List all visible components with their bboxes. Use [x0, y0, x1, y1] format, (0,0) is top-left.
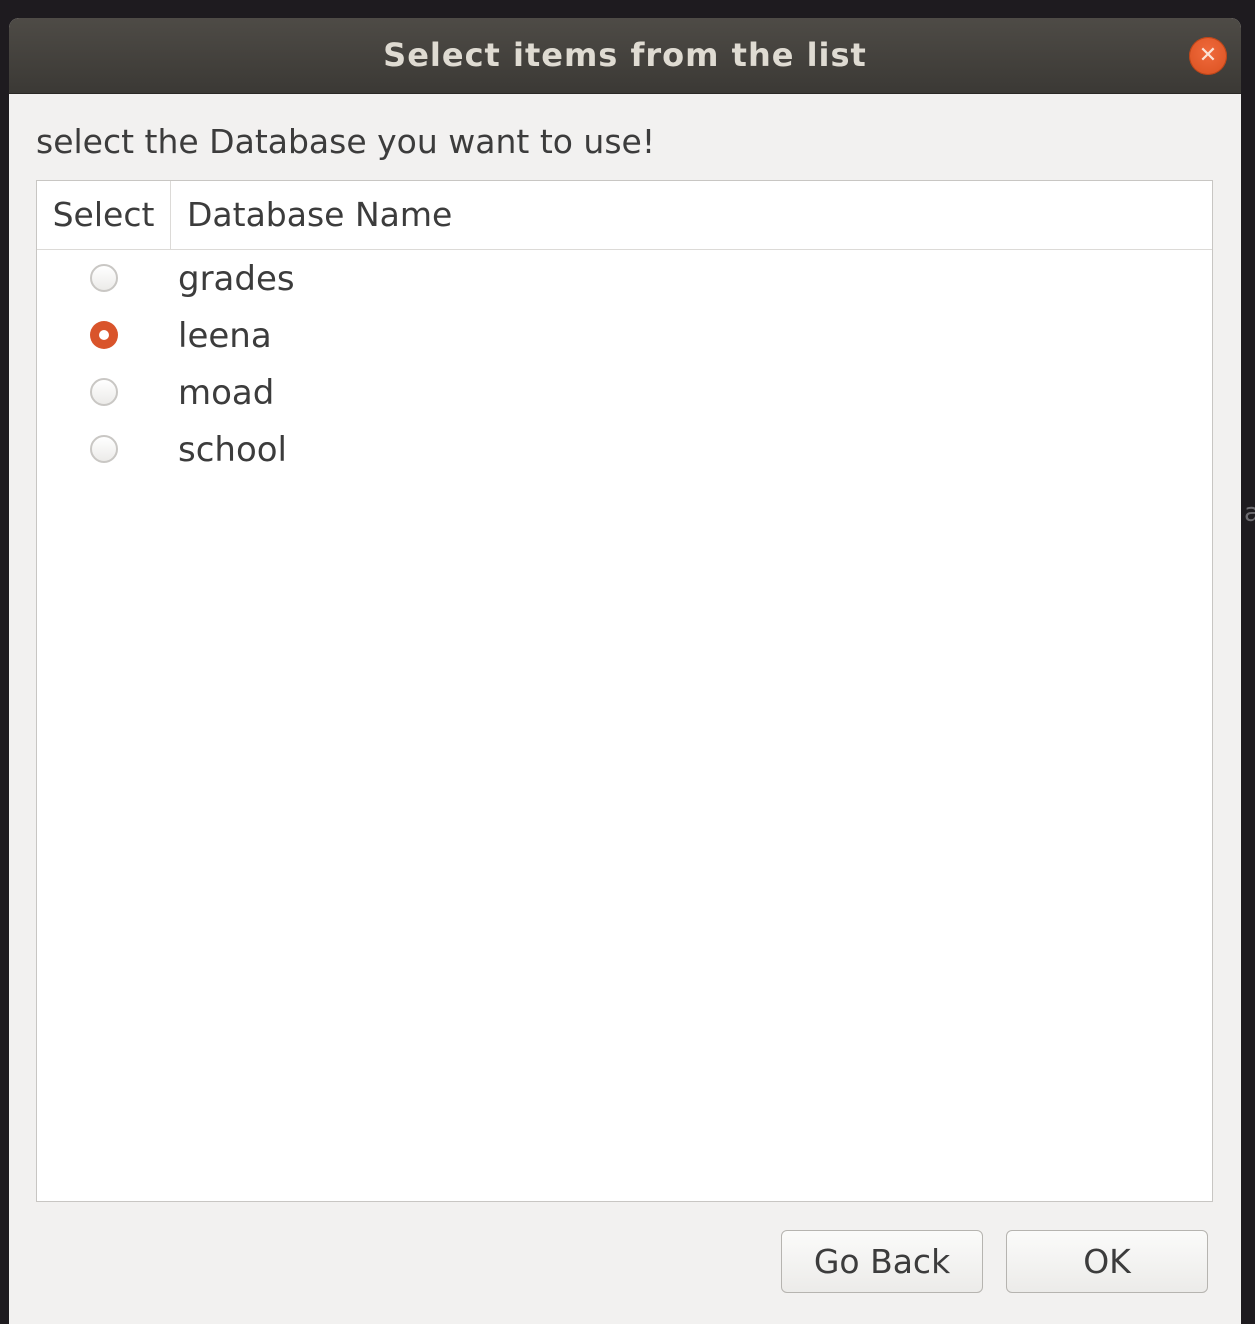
- table-row[interactable]: grades: [37, 251, 1212, 308]
- title-bar: Select items from the list ✕: [9, 18, 1241, 94]
- table-row[interactable]: leena: [37, 308, 1212, 365]
- background-edge-glyph: a: [1244, 498, 1255, 528]
- radio-button[interactable]: [90, 321, 118, 349]
- database-name-cell: school: [178, 430, 288, 470]
- select-items-dialog: Select items from the list ✕ select the …: [9, 18, 1241, 1324]
- radio-button[interactable]: [90, 435, 118, 463]
- close-icon: ✕: [1198, 43, 1218, 68]
- radio-button[interactable]: [90, 264, 118, 292]
- database-name-cell: grades: [178, 259, 295, 299]
- window-title: Select items from the list: [383, 36, 867, 74]
- radio-button[interactable]: [90, 378, 118, 406]
- close-button[interactable]: ✕: [1189, 37, 1227, 75]
- table-row[interactable]: school: [37, 422, 1212, 479]
- ok-button[interactable]: OK: [1006, 1230, 1208, 1293]
- prompt-label: select the Database you want to use!: [36, 122, 656, 161]
- table-row[interactable]: moad: [37, 365, 1212, 422]
- go-back-button[interactable]: Go Back: [781, 1230, 983, 1293]
- table-header: Select Database Name: [37, 181, 1212, 250]
- column-header-database-name[interactable]: Database Name: [187, 181, 452, 249]
- database-table: Select Database Name grades leena moad s…: [36, 180, 1213, 1202]
- column-header-select[interactable]: Select: [37, 181, 171, 249]
- database-name-cell: moad: [178, 373, 275, 413]
- database-name-cell: leena: [178, 316, 272, 356]
